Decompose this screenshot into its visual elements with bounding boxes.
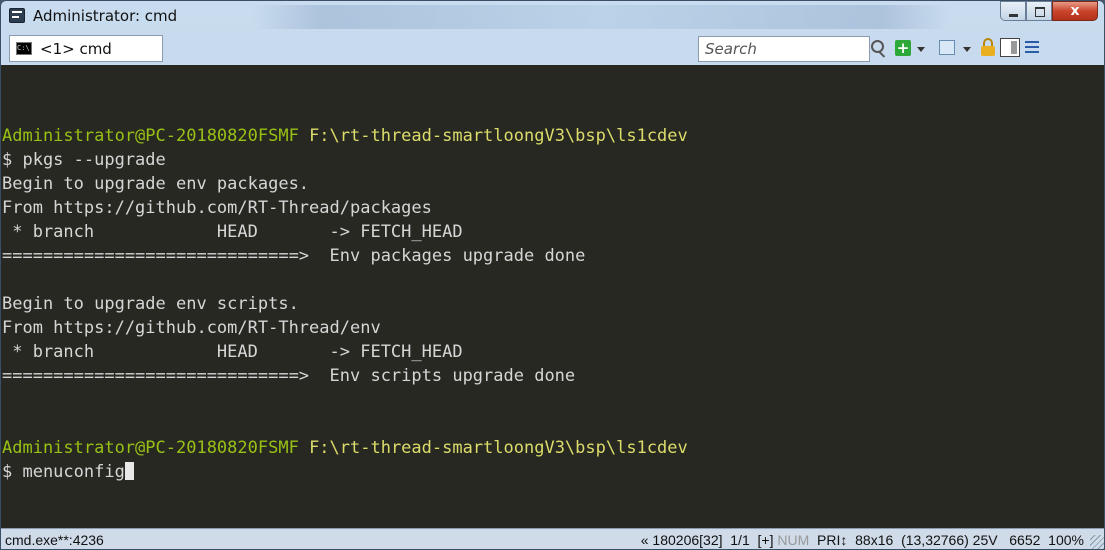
- title-bar[interactable]: Administrator: cmd x: [1, 1, 1104, 31]
- minimize-button[interactable]: [1000, 1, 1026, 21]
- current-command: $ menuconfig: [2, 462, 125, 482]
- tab-toolbar-row: C:\ <1> cmd Search +: [1, 31, 1104, 65]
- window-title: Administrator: cmd: [33, 7, 178, 25]
- titlebar-background: [251, 5, 951, 29]
- new-console-dropdown-icon[interactable]: [917, 47, 925, 52]
- menu-icon[interactable]: [1025, 41, 1039, 53]
- search-placeholder: Search: [705, 40, 757, 58]
- output-line: * branch HEAD -> FETCH_HEAD: [2, 342, 463, 362]
- close-button[interactable]: x: [1052, 1, 1098, 21]
- terminal-area[interactable]: Administrator@PC-20180820FSMF F:\rt-thre…: [1, 65, 1104, 528]
- lock-icon[interactable]: [981, 38, 995, 56]
- output-line: From https://github.com/RT-Thread/env: [2, 318, 381, 338]
- prompt-user: Administrator@PC-20180820FSMF: [2, 126, 299, 146]
- prompt-line: Administrator@PC-20180820FSMF F:\rt-thre…: [2, 124, 688, 148]
- new-console-plus-icon[interactable]: +: [895, 40, 911, 56]
- close-icon: x: [1070, 3, 1080, 19]
- search-input[interactable]: Search: [698, 36, 870, 62]
- prompt-path: F:\rt-thread-smartloongV3\bsp\ls1cdev: [309, 126, 688, 146]
- prompt-line: Administrator@PC-20180820FSMF F:\rt-thre…: [2, 436, 688, 460]
- tab-cmd[interactable]: C:\ <1> cmd: [9, 35, 163, 62]
- tab-label: <1> cmd: [40, 39, 112, 58]
- status-num[interactable]: NUM: [777, 532, 809, 548]
- console-window: Administrator: cmd x C:\ <1> cmd Search …: [0, 0, 1105, 550]
- status-info-a[interactable]: « 180206[32] 1/1 [+]: [641, 532, 778, 548]
- resize-grip-icon[interactable]: [1090, 535, 1104, 549]
- terminal-output: Administrator@PC-20180820FSMF F:\rt-thre…: [2, 124, 688, 484]
- output-line: =============================> Env scrip…: [2, 366, 576, 386]
- cmd-icon: C:\: [16, 42, 32, 55]
- output-line: Begin to upgrade env packages.: [2, 174, 310, 194]
- command-line: $ menuconfig: [2, 460, 688, 484]
- output-line: Begin to upgrade env scripts.: [2, 294, 299, 314]
- status-bar: cmd.exe**:4236 « 180206[32] 1/1 [+] NUM …: [1, 528, 1104, 549]
- search-icon[interactable]: [870, 40, 888, 58]
- output-line: =============================> Env packa…: [2, 246, 586, 266]
- window-controls: x: [1000, 1, 1098, 22]
- status-process[interactable]: cmd.exe**:4236: [5, 532, 104, 548]
- panel-icon[interactable]: [1000, 38, 1020, 57]
- text-cursor: [124, 462, 134, 480]
- output-line: From https://github.com/RT-Thread/packag…: [2, 198, 432, 218]
- output-line: * branch HEAD -> FETCH_HEAD: [2, 222, 463, 242]
- status-info: « 180206[32] 1/1 [+] NUM PRI↕ 88x16 (13,…: [641, 532, 1084, 548]
- window-icon[interactable]: [939, 40, 955, 55]
- command-line: $ pkgs --upgrade: [2, 150, 166, 170]
- prompt-path: F:\rt-thread-smartloongV3\bsp\ls1cdev: [309, 438, 688, 458]
- prompt-user: Administrator@PC-20180820FSMF: [2, 438, 299, 458]
- window-dropdown-icon[interactable]: [963, 47, 971, 52]
- status-info-b[interactable]: PRI↕ 88x16 (13,32766) 25V 6652 100%: [809, 532, 1084, 548]
- maximize-button[interactable]: [1026, 1, 1052, 21]
- app-icon[interactable]: [9, 8, 25, 23]
